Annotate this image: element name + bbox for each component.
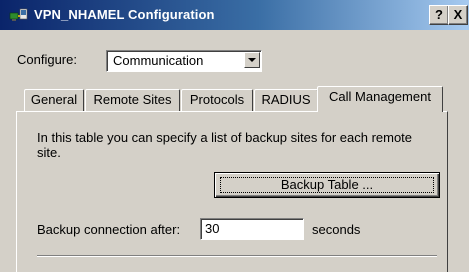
chevron-down-icon[interactable] xyxy=(244,52,260,68)
configure-label: Configure: xyxy=(17,52,77,67)
configure-selected-value: Communication xyxy=(113,53,204,68)
tab-general[interactable]: General xyxy=(24,89,84,111)
tab-call-management[interactable]: Call Management xyxy=(317,86,443,112)
close-button[interactable]: X xyxy=(448,5,468,25)
title-bar[interactable]: VPN_NHAMEL Configuration ? X xyxy=(0,0,469,30)
tab-remote-sites[interactable]: Remote Sites xyxy=(85,89,180,111)
help-button[interactable]: ? xyxy=(429,5,449,25)
call-management-panel xyxy=(16,111,448,272)
configure-dropdown[interactable]: Communication xyxy=(106,50,262,72)
vpn-app-icon xyxy=(9,8,28,21)
window-title: VPN_NHAMEL Configuration xyxy=(34,7,215,22)
tab-protocols[interactable]: Protocols xyxy=(181,89,253,111)
tab-radius[interactable]: RADIUS xyxy=(254,89,318,111)
